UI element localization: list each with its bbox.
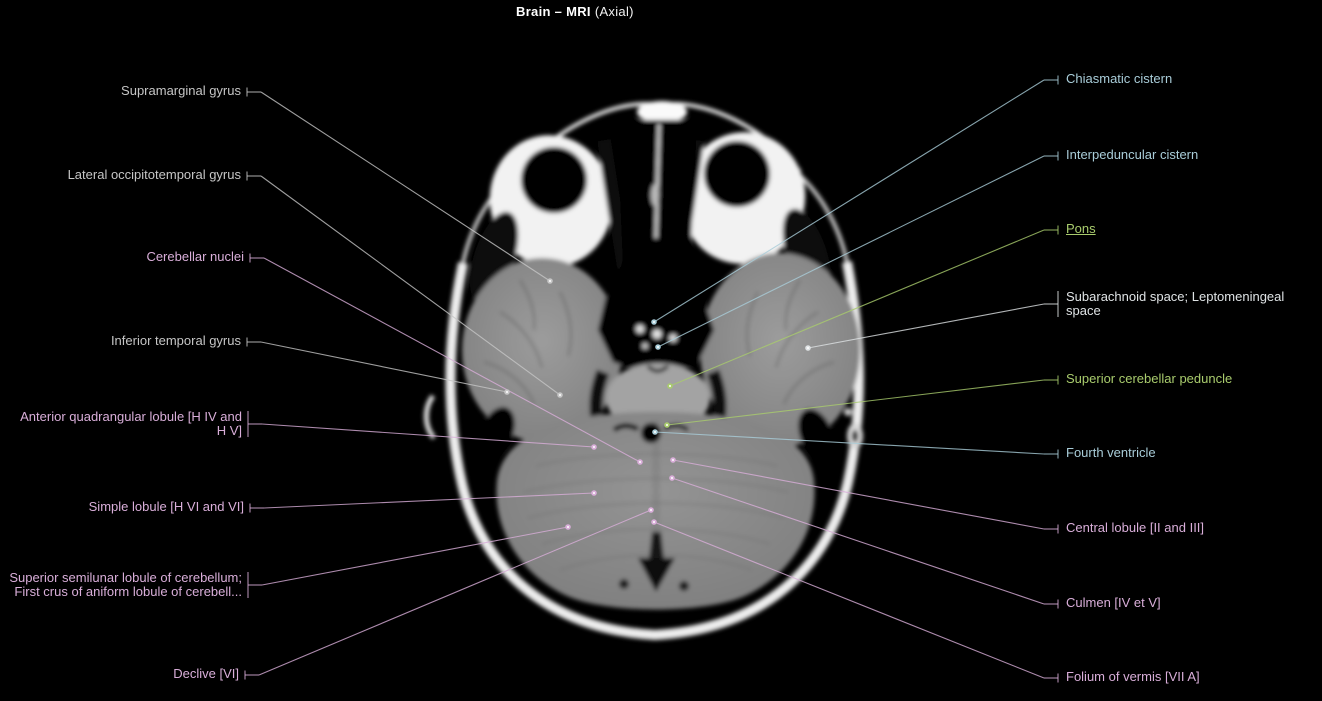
anatomy-label-line: Chiasmatic cistern bbox=[1066, 72, 1172, 87]
anatomy-label-declive[interactable]: Declive [VI] bbox=[173, 667, 239, 682]
anatomy-label-line: H V] bbox=[20, 424, 242, 439]
anatomy-label-anterior-quadrangular-lobule[interactable]: Anterior quadrangular lobule [H IV andH … bbox=[20, 410, 242, 439]
anatomy-label-superior-cerebellar-peduncle[interactable]: Superior cerebellar peduncle bbox=[1066, 372, 1232, 387]
anatomy-label-line: Pons bbox=[1066, 222, 1096, 237]
anatomy-label-folium-of-vermis[interactable]: Folium of vermis [VII A] bbox=[1066, 670, 1200, 685]
anatomy-label-supramarginal-gyrus[interactable]: Supramarginal gyrus bbox=[121, 84, 241, 99]
anatomy-label-simple-lobule[interactable]: Simple lobule [H VI and VI] bbox=[89, 500, 244, 515]
anatomy-label-pons[interactable]: Pons bbox=[1066, 222, 1096, 237]
anatomy-label-line: Anterior quadrangular lobule [H IV and bbox=[20, 410, 242, 425]
anatomy-label-central-lobule[interactable]: Central lobule [II and III] bbox=[1066, 521, 1204, 536]
anatomy-label-line: Supramarginal gyrus bbox=[121, 84, 241, 99]
title-exam: Brain – MRI bbox=[516, 4, 591, 19]
anatomy-label-line: Central lobule [II and III] bbox=[1066, 521, 1204, 536]
anatomy-label-line: First crus of aniform lobule of cerebell… bbox=[9, 585, 242, 600]
anatomy-label-fourth-ventricle[interactable]: Fourth ventricle bbox=[1066, 446, 1156, 461]
anatomy-label-line: Simple lobule [H VI and VI] bbox=[89, 500, 244, 515]
title-plane: (Axial) bbox=[595, 4, 634, 19]
anatomy-label-line: Superior semilunar lobule of cerebellum; bbox=[9, 571, 242, 586]
anatomy-label-line: Culmen [IV et V] bbox=[1066, 596, 1161, 611]
anatomy-label-inferior-temporal-gyrus[interactable]: Inferior temporal gyrus bbox=[111, 334, 241, 349]
anatomy-label-line: Cerebellar nuclei bbox=[146, 250, 244, 265]
anatomy-label-line: Interpeduncular cistern bbox=[1066, 148, 1198, 163]
anatomy-label-line: Superior cerebellar peduncle bbox=[1066, 372, 1232, 387]
anatomy-label-line: Fourth ventricle bbox=[1066, 446, 1156, 461]
anatomy-label-culmen[interactable]: Culmen [IV et V] bbox=[1066, 596, 1161, 611]
anatomy-label-line: Declive [VI] bbox=[173, 667, 239, 682]
anatomy-label-line: Lateral occipitotemporal gyrus bbox=[68, 168, 241, 183]
mri-axial-viewer: Supramarginal gyrus Lateral occipitotempo… bbox=[0, 0, 1322, 701]
anatomy-label-superior-semilunar-lobule[interactable]: Superior semilunar lobule of cerebellum;… bbox=[9, 571, 242, 600]
anatomy-label-line: Folium of vermis [VII A] bbox=[1066, 670, 1200, 685]
anatomy-label-subarachnoid-space[interactable]: Subarachnoid space; Leptomeningealspace bbox=[1066, 290, 1284, 319]
anatomy-label-lateral-occipitotemporal-gyrus[interactable]: Lateral occipitotemporal gyrus bbox=[68, 168, 241, 183]
anatomy-label-line: space bbox=[1066, 304, 1284, 319]
anatomy-label-cerebellar-nuclei[interactable]: Cerebellar nuclei bbox=[146, 250, 244, 265]
anatomy-label-line: Inferior temporal gyrus bbox=[111, 334, 241, 349]
anatomy-label-chiasmatic-cistern[interactable]: Chiasmatic cistern bbox=[1066, 72, 1172, 87]
anatomy-label-line: Subarachnoid space; Leptomeningeal bbox=[1066, 290, 1284, 305]
anatomy-label-interpeduncular-cistern[interactable]: Interpeduncular cistern bbox=[1066, 148, 1198, 163]
page-title: Brain – MRI (Axial) bbox=[516, 4, 634, 19]
